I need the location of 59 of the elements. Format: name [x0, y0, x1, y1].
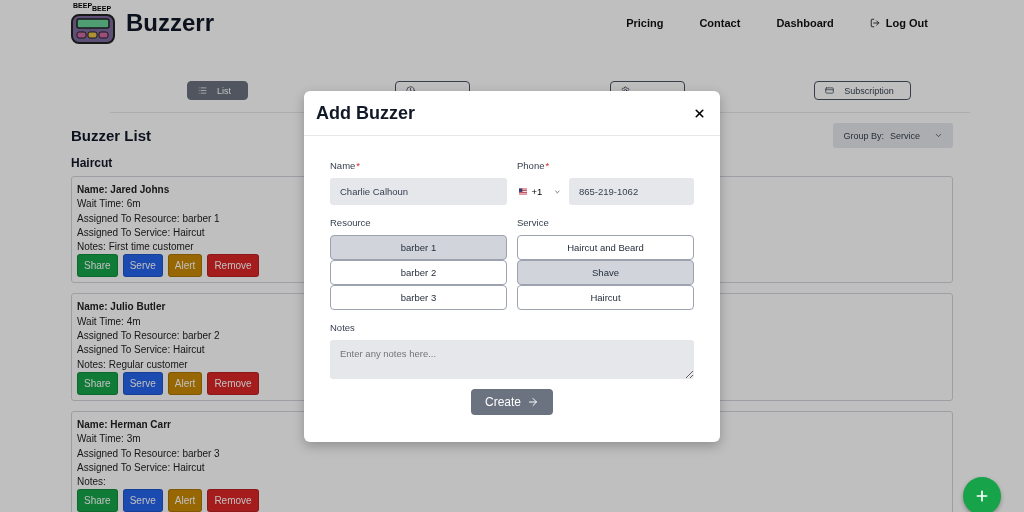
page-title: Buzzer List: [71, 127, 151, 144]
tab[interactable]: List: [187, 81, 248, 100]
notes-field[interactable]: Enter any notes here...: [330, 340, 694, 379]
buzzer-detail: Notes: First time customer: [77, 240, 194, 255]
remove-button[interactable]: Remove: [207, 254, 259, 278]
required-mark: *: [545, 160, 550, 171]
buzzer-detail: Assigned To Service: Haircut: [77, 460, 205, 475]
arrow-right-icon: [527, 396, 539, 408]
serve-button[interactable]: Serve: [122, 254, 163, 278]
buzzer-detail: Assigned To Resource: barber 1: [77, 211, 220, 226]
option-button[interactable]: Haircut: [517, 285, 694, 310]
buzzer-detail: Wait Time: 4m: [77, 314, 141, 329]
field-label: Phone: [517, 160, 545, 171]
create-button[interactable]: Create: [471, 389, 553, 415]
card-icon: [825, 86, 835, 95]
name-field[interactable]: Charlie Calhoun: [330, 178, 507, 205]
close-icon: [693, 106, 706, 120]
serve-button[interactable]: Serve: [122, 371, 163, 395]
field-label: Resource: [330, 217, 371, 228]
buzzer-detail: Name: Jared Johns: [77, 183, 170, 197]
logout-link[interactable]: Log Out: [869, 16, 928, 29]
nav-link[interactable]: Pricing: [626, 16, 664, 29]
buzzer-detail: Assigned To Resource: barber 3: [77, 446, 220, 461]
buzzer-detail: Notes:: [77, 475, 106, 490]
option-button[interactable]: barber 2: [330, 260, 507, 285]
logout-icon: [869, 17, 880, 28]
option-button[interactable]: Haircut and Beard: [517, 235, 694, 260]
buzzer-detail: Assigned To Service: Haircut: [77, 225, 205, 240]
field-label: Name: [330, 160, 356, 171]
buzzer-detail: Wait Time: 3m: [77, 432, 141, 447]
buzzer-detail: Name: Herman Carr: [77, 417, 171, 432]
buzzer-detail: Assigned To Resource: barber 2: [77, 329, 220, 344]
serve-button[interactable]: Serve: [122, 489, 163, 512]
brand-name: Buzzerr: [126, 8, 215, 37]
buzzer-detail: Wait Time: 6m: [77, 197, 141, 212]
close-button[interactable]: [693, 106, 706, 120]
option-button[interactable]: barber 3: [330, 285, 507, 310]
field-label: Notes: [330, 322, 355, 333]
option-button[interactable]: Shave: [517, 260, 694, 285]
option-button[interactable]: barber 1: [330, 235, 507, 260]
nav-link[interactable]: Dashboard: [776, 16, 834, 29]
buzzer-detail: Notes: Regular customer: [77, 357, 188, 372]
remove-button[interactable]: Remove: [207, 489, 259, 512]
phone-field[interactable]: 865-219-1062: [569, 178, 694, 205]
remove-button[interactable]: Remove: [207, 371, 259, 395]
tab[interactable]: Subscription: [814, 81, 911, 100]
plus-icon: [974, 488, 990, 504]
buzzer-detail: Name: Julio Butler: [77, 300, 166, 315]
dialog-title: Add Buzzer: [316, 102, 415, 124]
nav-link[interactable]: Contact: [699, 16, 741, 29]
country-code-select[interactable]: +1: [517, 178, 563, 205]
field-label: Service: [517, 217, 549, 228]
group-by-select[interactable]: Group By: Service: [833, 123, 953, 148]
flag-icon: [519, 188, 528, 195]
chevron-icon: [934, 131, 943, 140]
group-heading: Haircut: [71, 156, 113, 170]
list-icon: [198, 86, 207, 95]
required-mark: *: [356, 160, 361, 171]
buzzer-detail: Assigned To Service: Haircut: [77, 343, 205, 358]
